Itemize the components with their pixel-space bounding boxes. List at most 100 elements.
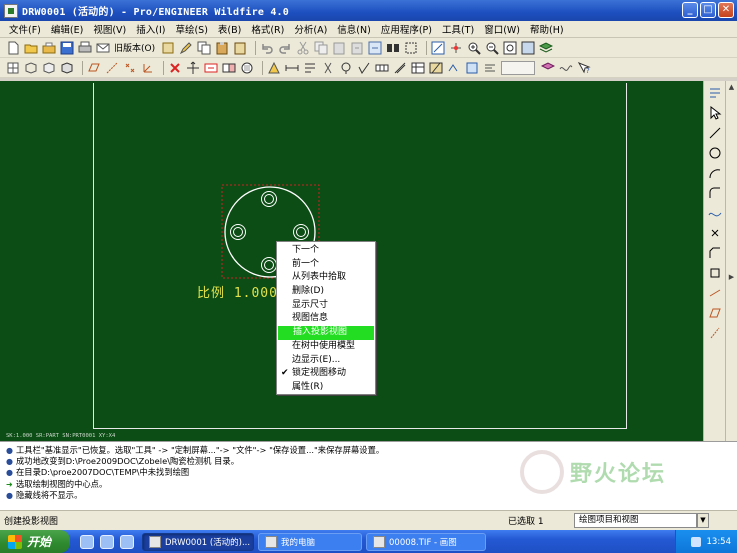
delete-icon[interactable]: [168, 61, 182, 75]
no-hidden-icon[interactable]: [60, 61, 74, 75]
numeric-field[interactable]: [501, 60, 535, 75]
merge-icon[interactable]: [465, 61, 479, 75]
menu-sketch[interactable]: 草绘(S): [170, 22, 212, 36]
layers-icon[interactable]: [539, 41, 554, 55]
explorer-icon[interactable]: [100, 534, 114, 549]
sketch-wave-icon[interactable]: [559, 61, 573, 75]
menu-help[interactable]: 帮助(H): [525, 22, 569, 36]
geometric-tolerance-icon[interactable]: [375, 61, 389, 75]
arc-tool-icon[interactable]: [707, 165, 723, 181]
select-arrow-icon[interactable]: [707, 105, 723, 121]
redo-icon[interactable]: [278, 41, 292, 55]
cut-icon[interactable]: [296, 41, 310, 55]
shade-icon[interactable]: [521, 41, 535, 55]
print-icon[interactable]: [78, 41, 92, 55]
zoom-in-icon[interactable]: [467, 41, 481, 55]
sketch-icon[interactable]: [447, 61, 461, 75]
insert-general-view-icon[interactable]: [204, 61, 218, 75]
hidden-line-icon[interactable]: [42, 61, 56, 75]
note-icon[interactable]: [303, 61, 317, 75]
regenerate-icon[interactable]: [368, 41, 382, 55]
axis-show-icon[interactable]: [393, 61, 407, 75]
surface-finish-icon[interactable]: [357, 61, 371, 75]
selection-filter-select[interactable]: 绘图项目和视图: [574, 513, 697, 528]
context-menu-item[interactable]: 下一个: [277, 244, 375, 258]
paste-special-icon[interactable]: [233, 41, 247, 55]
detail-view-icon[interactable]: [240, 61, 254, 75]
balloon-icon[interactable]: [339, 61, 353, 75]
menu-format[interactable]: 格式(R): [246, 22, 289, 36]
scissors-icon[interactable]: [321, 61, 335, 75]
datum-plane-icon[interactable]: [87, 61, 101, 75]
table-icon[interactable]: [411, 61, 425, 75]
taskbar-task-button[interactable]: DRW0001 (活动的)...: [142, 532, 254, 551]
scroll-right-icon[interactable]: ▶: [727, 272, 737, 282]
repaint-icon[interactable]: [431, 41, 445, 55]
copy-gray-icon[interactable]: [314, 41, 328, 55]
save-icon[interactable]: [60, 41, 74, 55]
datum-axis-icon[interactable]: [105, 61, 119, 75]
context-menu-item[interactable]: 显示尺寸: [277, 299, 375, 313]
move-icon[interactable]: [186, 61, 200, 75]
context-menu-item[interactable]: 删除(D): [277, 285, 375, 299]
maximize-button[interactable]: □: [700, 2, 716, 18]
undo-icon[interactable]: [260, 41, 274, 55]
wireframe-icon[interactable]: [24, 61, 38, 75]
insert-projection-view-icon[interactable]: [222, 61, 236, 75]
scroll-up-icon[interactable]: ▲: [727, 82, 737, 92]
coord-sys-icon[interactable]: [141, 61, 155, 75]
zoom-out-icon[interactable]: [485, 41, 499, 55]
hatch-icon[interactable]: [429, 61, 443, 75]
context-menu-item[interactable]: 从列表中拾取: [277, 271, 375, 285]
layer-setting-icon[interactable]: [541, 61, 555, 75]
menu-tools[interactable]: 工具(T): [437, 22, 479, 36]
minimize-button[interactable]: _: [682, 2, 698, 18]
context-menu-item[interactable]: 属性(R): [277, 381, 375, 395]
datum-point-icon[interactable]: [123, 61, 137, 75]
orient-icon[interactable]: [449, 41, 463, 55]
menu-applications[interactable]: 应用程序(P): [376, 22, 437, 36]
menu-table[interactable]: 表(B): [213, 22, 246, 36]
menu-edit[interactable]: 编辑(E): [46, 22, 88, 36]
app-icon[interactable]: [4, 3, 18, 18]
context-menu-item[interactable]: 边显示(E)...: [277, 354, 375, 368]
drawing-canvas[interactable]: 比例 1.000 SK:1.000 SR:PART SN:PRT0001 XY:…: [0, 81, 703, 441]
spline-tool-icon[interactable]: [707, 205, 723, 221]
desktop-icon[interactable]: [120, 534, 134, 549]
menu-file[interactable]: 文件(F): [4, 22, 46, 36]
taskbar-task-button[interactable]: 我的电脑: [258, 532, 362, 551]
format-icon[interactable]: [483, 61, 497, 75]
note-tool-icon[interactable]: [707, 85, 723, 101]
dimension-icon[interactable]: [285, 61, 299, 75]
open-folder-icon[interactable]: [24, 41, 38, 55]
menu-window[interactable]: 窗口(W): [479, 22, 525, 36]
chevron-down-icon[interactable]: ▼: [697, 513, 709, 528]
use-edge-icon[interactable]: [707, 285, 723, 301]
legacy-version-button[interactable]: 旧版本(O): [114, 41, 155, 54]
whats-this-help-icon[interactable]: ?: [577, 61, 591, 75]
selection-box-icon[interactable]: [404, 41, 418, 55]
construction-line-icon[interactable]: [707, 325, 723, 341]
paste-icon[interactable]: [215, 41, 229, 55]
menu-view[interactable]: 视图(V): [88, 22, 131, 36]
context-menu-item[interactable]: 前一个: [277, 258, 375, 272]
context-menu-item[interactable]: 插入投影视图: [278, 326, 374, 340]
open-model-icon[interactable]: [42, 41, 56, 55]
chamfer-tool-icon[interactable]: [707, 245, 723, 261]
point-tool-icon[interactable]: [707, 225, 723, 241]
edit-file-icon[interactable]: [179, 41, 193, 55]
search-icon[interactable]: [386, 41, 400, 55]
close-button[interactable]: ✕: [718, 2, 734, 18]
line-tool-icon[interactable]: [707, 125, 723, 141]
new-file-icon[interactable]: [6, 41, 20, 55]
menu-insert[interactable]: 插入(I): [131, 22, 170, 36]
context-menu-item[interactable]: 在树中使用模型: [277, 340, 375, 354]
paste-gray-icon[interactable]: [332, 41, 346, 55]
paste-selective-icon[interactable]: [350, 41, 364, 55]
offset-tool-icon[interactable]: [707, 265, 723, 281]
context-menu-item[interactable]: ✔ 锁定视图移动: [277, 367, 375, 381]
model-tree-icon[interactable]: [161, 41, 175, 55]
context-menu-item[interactable]: 视图信息: [277, 312, 375, 326]
email-icon[interactable]: [96, 41, 110, 55]
volume-icon[interactable]: [690, 536, 701, 547]
